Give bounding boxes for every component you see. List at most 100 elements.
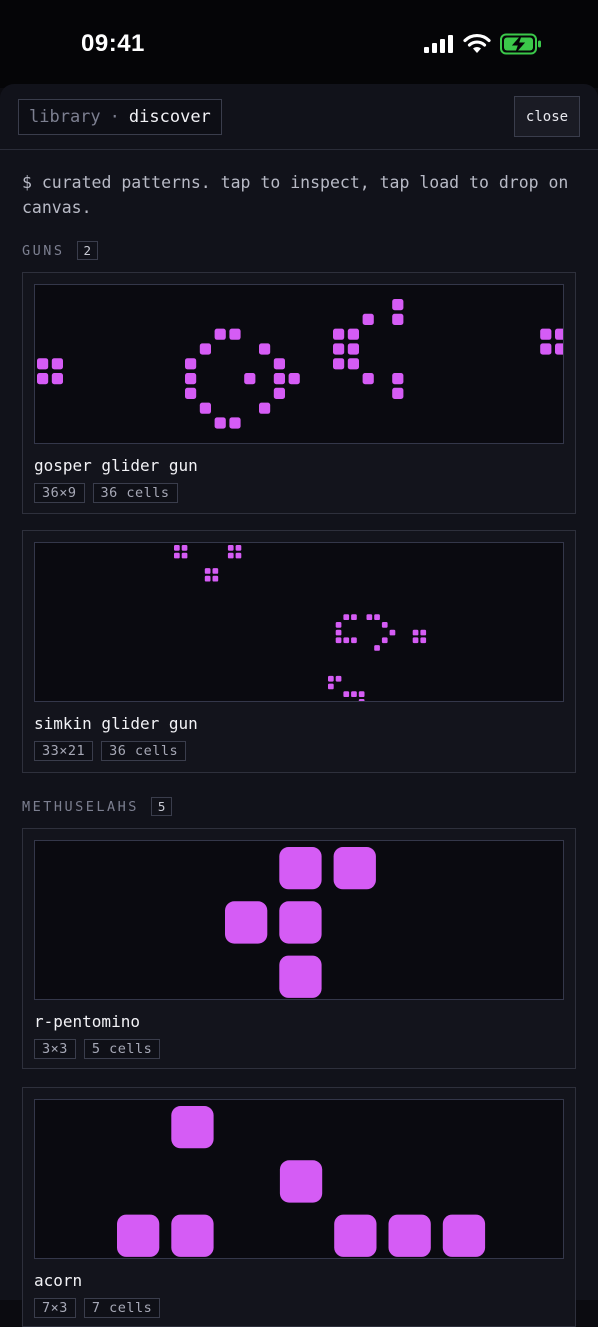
pattern-grid [117,1106,486,1257]
live-cell [259,402,271,414]
pattern-tags: 36×9 36 cells [34,483,178,503]
pattern-cells-tag: 36 cells [101,741,187,761]
live-cell [333,343,345,355]
live-cell [374,645,380,651]
pattern-cells-tag: 36 cells [92,483,178,503]
live-cell [420,629,427,636]
pattern-size-tag: 3×3 [34,1039,76,1059]
live-cell [279,955,322,998]
live-cell [335,637,342,644]
live-cell [328,683,334,690]
live-cell [347,343,359,355]
live-cell [273,387,285,399]
live-cell [273,358,285,370]
section-guns: GUNS 2 [22,241,99,260]
section-title: GUNS [22,242,65,259]
live-cell [214,417,226,429]
live-cell [366,614,373,620]
live-cell [214,328,226,340]
live-cell [212,575,219,582]
live-cell [362,313,374,325]
pattern-size-tag: 36×9 [34,483,85,503]
live-cell [381,622,388,628]
live-cell [343,691,350,697]
live-cell [388,1214,431,1257]
live-cell [392,313,404,325]
live-cell [540,343,552,355]
live-cell [351,691,357,697]
section-count: 5 [150,797,173,816]
live-cell [174,545,180,551]
pattern-preview [34,542,564,702]
live-cell [199,343,211,355]
live-cell [343,637,350,644]
live-cell [381,637,388,644]
live-cell [362,373,374,385]
pattern-card-r-pentomino[interactable]: r-pentomino 3×3 5 cells [22,828,576,1069]
pattern-tags: 33×21 36 cells [34,741,187,761]
pattern-preview [34,1099,564,1259]
live-cell [244,373,256,385]
pattern-name: simkin glider gun [34,714,198,733]
pattern-grid [174,545,427,701]
live-cell [199,402,211,414]
live-cell [204,575,211,582]
live-cell [358,691,365,697]
live-cell [392,299,404,311]
live-cell [335,622,342,628]
live-cell [51,358,63,370]
sheet-header: library · discover close [0,84,598,150]
pattern-card-acorn[interactable]: acorn 7×3 7 cells [22,1087,576,1327]
live-cell [374,614,380,620]
live-cell [347,358,359,370]
live-cell [412,637,419,644]
live-cell [204,568,211,574]
pattern-name: gosper glider gun [34,456,198,475]
live-cell [185,373,197,385]
live-cell [334,1214,377,1257]
live-cell [555,343,563,355]
pattern-cells-tag: 7 cells [83,1298,161,1318]
live-cell [351,614,357,620]
pattern-card-simkin-glider-gun[interactable]: simkin glider gun 33×21 36 cells [22,530,576,773]
status-bar: 09:41 [0,0,598,88]
live-cell [333,847,376,890]
pattern-tags: 3×3 5 cells [34,1039,161,1059]
live-cell [333,358,345,370]
pattern-grid [37,299,563,429]
breadcrumb: library · discover [18,99,222,135]
cellular-signal-icon [424,35,453,53]
section-methuselahs: METHUSELAHS 5 [22,797,173,816]
crumb-separator: · [109,107,120,127]
pattern-grid [225,847,376,998]
live-cell [412,629,419,636]
pattern-size-tag: 7×3 [34,1298,76,1318]
live-cell [392,373,404,385]
live-cell [347,328,359,340]
intro-text: $ curated patterns. tap to inspect, tap … [22,173,569,217]
close-button[interactable]: close [514,96,580,137]
live-cell [227,552,234,559]
pattern-name: r-pentomino [34,1012,140,1031]
live-cell [174,552,180,559]
pattern-size-tag: 33×21 [34,741,94,761]
live-cell [442,1214,486,1257]
live-cell [540,328,552,340]
live-cell [333,328,345,340]
battery-charging-icon [500,33,541,55]
live-cell [279,1160,323,1203]
pattern-card-gosper-glider-gun[interactable]: gosper glider gun 36×9 36 cells [22,272,576,514]
live-cell [555,328,563,340]
live-cell [235,545,242,551]
live-cell [181,545,188,551]
live-cell [288,373,300,385]
live-cell [273,373,285,385]
wifi-icon [463,33,491,53]
live-cell [392,387,404,399]
pattern-name: acorn [34,1271,83,1290]
crumb-library[interactable]: library [29,107,101,127]
live-cell [212,568,219,574]
crumb-discover: discover [128,107,211,127]
status-time: 09:41 [81,30,145,57]
live-cell [235,552,242,559]
